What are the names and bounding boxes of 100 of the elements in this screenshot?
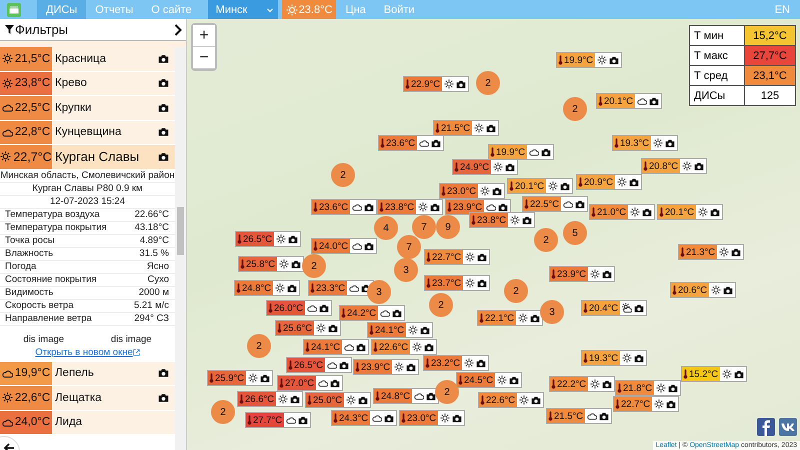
- camera-icon[interactable]: [158, 54, 169, 64]
- camera-icon[interactable]: [330, 378, 340, 388]
- camera-icon[interactable]: [477, 252, 488, 262]
- camera-icon[interactable]: [649, 96, 660, 106]
- camera-icon[interactable]: [291, 260, 302, 268]
- camera-icon[interactable]: [392, 308, 402, 318]
- camera-icon[interactable]: [420, 326, 430, 334]
- camera-icon[interactable]: [364, 202, 374, 212]
- temperature-marker[interactable]: 23.6°C: [379, 136, 418, 150]
- camera-icon[interactable]: [486, 124, 496, 132]
- temperature-marker[interactable]: 24.8°C: [374, 389, 412, 403]
- temperature-marker[interactable]: 27.0°C: [278, 376, 316, 390]
- temperature-marker[interactable]: 23.9°C: [446, 200, 484, 214]
- camera-icon[interactable]: [498, 202, 508, 212]
- temperature-marker[interactable]: 19.9°C: [489, 145, 528, 159]
- temperature-marker[interactable]: 23.0°C: [400, 411, 438, 425]
- open-in-new-window-link[interactable]: Открыть в новом окне: [35, 346, 133, 358]
- temperature-marker[interactable]: 22.7°C: [425, 250, 464, 264]
- camera-icon[interactable]: [260, 374, 270, 382]
- temperature-marker[interactable]: 26.6°C: [238, 392, 276, 406]
- camera-icon[interactable]: [541, 148, 552, 156]
- temperature-marker[interactable]: 22.9°C: [404, 77, 442, 91]
- camera-icon[interactable]: [505, 162, 516, 172]
- camera-icon[interactable]: [734, 370, 744, 378]
- temperature-marker[interactable]: 22.6°C: [372, 340, 410, 354]
- temperature-marker[interactable]: 26.0°C: [267, 301, 306, 315]
- station-row[interactable]: 22,5°C Крупки: [0, 96, 175, 120]
- camera-icon[interactable]: [634, 304, 644, 312]
- temperature-marker[interactable]: 24.9°C: [453, 160, 492, 174]
- camera-icon[interactable]: [694, 162, 704, 170]
- temperature-marker[interactable]: 21.8°C: [616, 381, 654, 395]
- chevron-right-icon[interactable]: [174, 24, 182, 36]
- temperature-marker[interactable]: 24.5°C: [457, 373, 496, 387]
- camera-icon[interactable]: [666, 400, 676, 408]
- camera-icon[interactable]: [298, 416, 308, 424]
- camera-icon[interactable]: [456, 80, 466, 88]
- camera-icon[interactable]: [629, 178, 640, 186]
- temperature-marker[interactable]: 22.1°C: [478, 311, 516, 325]
- camera-icon[interactable]: [575, 200, 586, 208]
- camera-icon[interactable]: [158, 152, 169, 162]
- station-row[interactable]: 24,0°C Лида: [0, 410, 175, 434]
- temperature-marker[interactable]: 24.1°C: [304, 340, 342, 354]
- temperature-marker[interactable]: 24.0°C: [312, 239, 350, 253]
- camera-icon[interactable]: [710, 208, 720, 216]
- camera-icon[interactable]: [158, 368, 169, 378]
- camera-icon[interactable]: [668, 384, 678, 392]
- temperature-marker[interactable]: 23.0°C: [440, 184, 478, 198]
- temperature-marker[interactable]: 24.1°C: [368, 323, 406, 337]
- camera-icon[interactable]: [723, 286, 734, 294]
- camera-icon[interactable]: [290, 394, 300, 404]
- temperature-marker[interactable]: 24.3°C: [332, 411, 370, 425]
- temperature-marker[interactable]: 21.3°C: [679, 245, 718, 259]
- camera-icon[interactable]: [431, 138, 442, 148]
- temperature-marker[interactable]: 20.1°C: [508, 179, 546, 193]
- temperature-marker[interactable]: 24.8°C: [235, 281, 274, 295]
- temperature-marker[interactable]: 23.8°C: [378, 200, 416, 214]
- temperature-marker[interactable]: 26.5°C: [236, 232, 274, 246]
- camera-icon[interactable]: [287, 284, 298, 292]
- temperature-marker[interactable]: 22.6°C: [479, 393, 518, 407]
- camera-icon[interactable]: [288, 234, 298, 244]
- temperature-marker[interactable]: 24.2°C: [340, 306, 378, 320]
- temperature-marker[interactable]: 26.5°C: [287, 358, 326, 372]
- temperature-marker[interactable]: 19.3°C: [582, 351, 620, 365]
- station-row[interactable]: 22,6°C Лещатка: [0, 386, 175, 410]
- camera-icon[interactable]: [339, 360, 350, 370]
- temperature-marker[interactable]: 25.0°C: [306, 393, 344, 407]
- camera-icon[interactable]: [328, 324, 338, 332]
- temperature-marker[interactable]: 23.6°C: [312, 200, 350, 214]
- camera-icon[interactable]: [477, 278, 488, 288]
- camera-icon[interactable]: [560, 182, 570, 190]
- station-row[interactable]: 23,8°C Крево: [0, 72, 175, 95]
- social-share-icon[interactable]: [757, 418, 775, 436]
- camera-icon[interactable]: [406, 362, 416, 372]
- camera-icon[interactable]: [319, 304, 330, 312]
- camera-icon[interactable]: [731, 248, 742, 256]
- temperature-marker[interactable]: 22.5°C: [523, 197, 562, 211]
- camera-icon[interactable]: [602, 380, 612, 388]
- camera-icon[interactable]: [384, 414, 394, 422]
- station-row[interactable]: 21,5°C Красница: [0, 47, 175, 70]
- camera-icon[interactable]: [426, 392, 436, 400]
- temperature-marker[interactable]: 27.7°C: [246, 413, 284, 427]
- temperature-marker[interactable]: 20.6°C: [671, 283, 710, 297]
- station-row[interactable]: 22,7°C Курган Славы: [0, 145, 175, 168]
- camera-icon[interactable]: [424, 342, 434, 352]
- camera-icon[interactable]: [158, 78, 169, 88]
- camera-icon[interactable]: [599, 412, 610, 420]
- temperature-marker[interactable]: 20.4°C: [582, 301, 620, 315]
- temperature-marker[interactable]: 21.5°C: [434, 121, 472, 135]
- temperature-marker[interactable]: 19.3°C: [613, 136, 652, 150]
- camera-icon[interactable]: [158, 102, 169, 113]
- temperature-marker[interactable]: 23.3°C: [309, 281, 348, 295]
- camera-icon[interactable]: [364, 242, 374, 250]
- zoom-in-button[interactable]: +: [193, 25, 215, 47]
- station-row[interactable]: 19,9°C Лепель: [0, 362, 175, 385]
- camera-icon[interactable]: [531, 396, 542, 404]
- temperature-marker[interactable]: 25.8°C: [239, 257, 278, 271]
- camera-icon[interactable]: [492, 186, 502, 196]
- camera-icon[interactable]: [358, 396, 368, 404]
- temperature-marker[interactable]: 22.7°C: [614, 397, 652, 411]
- temperature-marker[interactable]: 23.8°C: [470, 213, 508, 227]
